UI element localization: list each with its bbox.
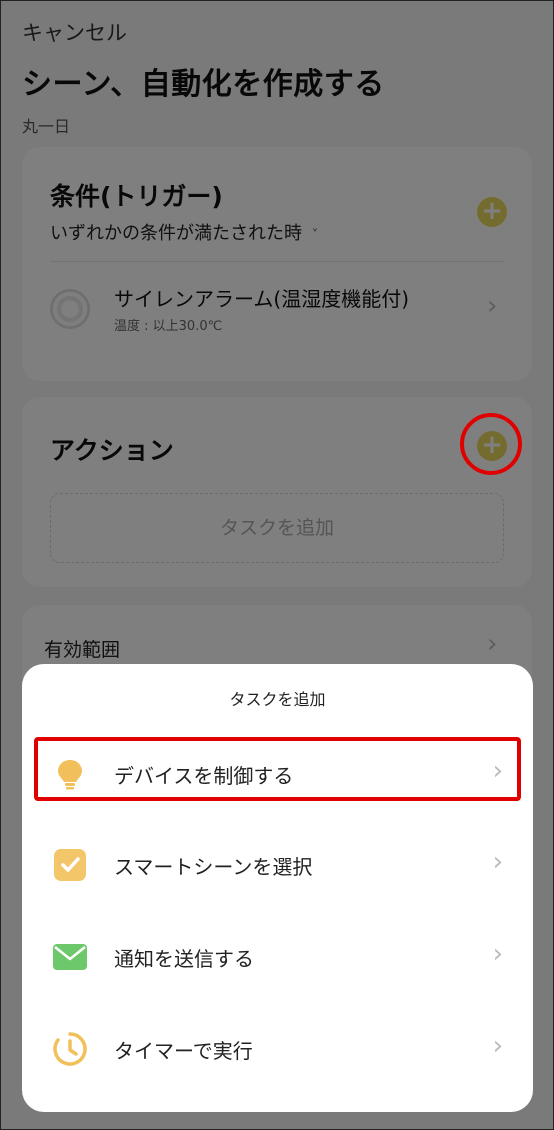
checkbox-icon xyxy=(52,847,88,883)
item-label: タイマーで実行 xyxy=(114,1039,253,1063)
send-notification-item[interactable]: 通知を送信する › xyxy=(22,921,533,993)
chevron-right-icon: › xyxy=(492,1031,503,1061)
highlight-circle xyxy=(460,413,522,475)
sheet-title: タスクを追加 xyxy=(229,690,326,709)
run-timer-item[interactable]: タイマーで実行 › xyxy=(22,1013,533,1085)
envelope-icon xyxy=(52,939,88,975)
add-task-sheet: タスクを追加 デバイスを制御する › スマートシーンを選択 › 通知を送信する … xyxy=(22,664,533,1112)
chevron-right-icon: › xyxy=(492,847,503,877)
select-scene-item[interactable]: スマートシーンを選択 › xyxy=(22,829,533,901)
chevron-right-icon: › xyxy=(492,939,503,969)
item-label: 通知を送信する xyxy=(114,947,254,971)
clock-icon xyxy=(52,1031,88,1067)
app-screen: キャンセル シーン、自動化を作成する 丸一日 条件(トリガー) いずれかの条件が… xyxy=(0,0,554,1130)
highlight-box xyxy=(34,737,521,801)
item-label: スマートシーンを選択 xyxy=(114,855,313,879)
